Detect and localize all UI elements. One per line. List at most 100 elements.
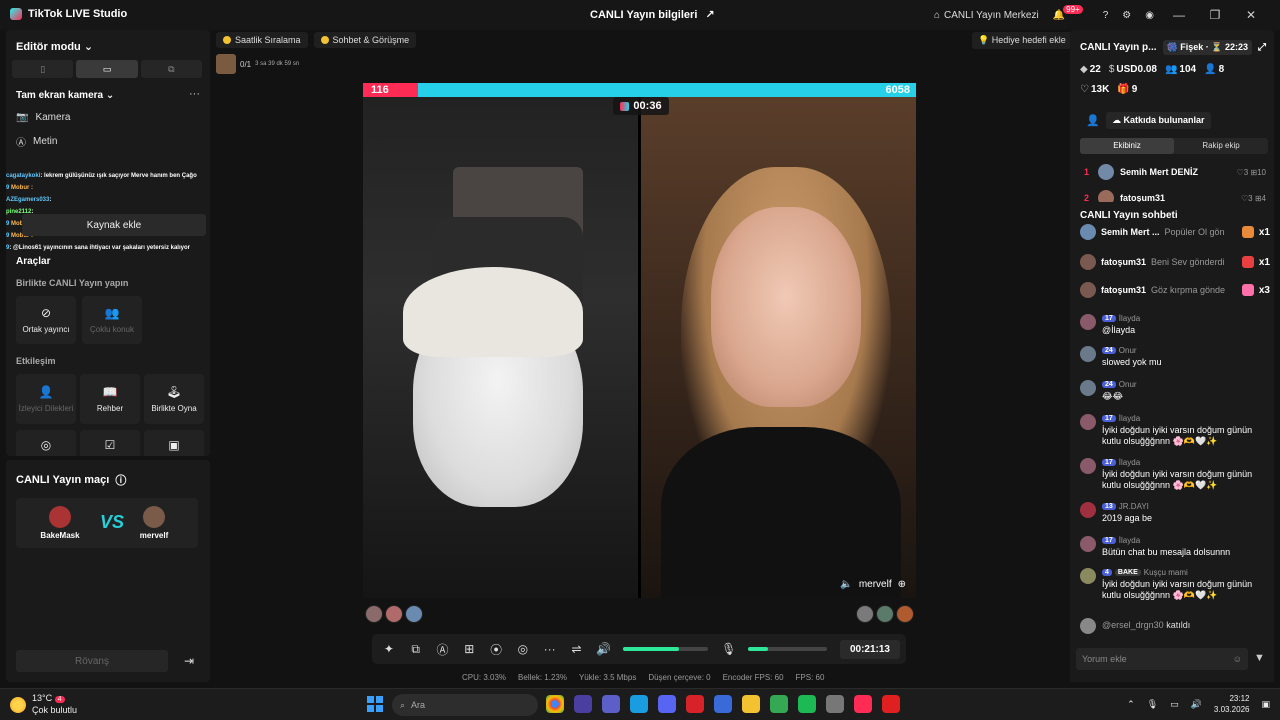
multi-guest-tile[interactable]: 👥 Çoklu konuk (82, 296, 142, 344)
comment-input[interactable]: Yorum ekle ☺ (1076, 648, 1248, 670)
weather-widget[interactable]: 13°C 4 Çok bulutlu (10, 693, 77, 716)
system-clock[interactable]: 23:12 3.03.2026 (1214, 693, 1250, 715)
youtube-icon[interactable] (882, 695, 900, 713)
discord-icon[interactable] (658, 695, 676, 713)
chat-message[interactable]: 24 Onur 😂😂 (1080, 380, 1268, 402)
chat-message[interactable]: 13 JR.DAYI 2019 aga be (1080, 502, 1268, 524)
notifications-button[interactable]: 🔔 99+ (1053, 4, 1089, 21)
mixer-icon[interactable]: ⇌ (570, 642, 584, 656)
mic-icon[interactable]: 🎙 (721, 642, 736, 656)
volume-tray-icon[interactable]: 🔊 (1191, 699, 1202, 710)
editor-mode-dropdown[interactable]: Editör modu ⌄ (16, 40, 93, 53)
tab-rival-team[interactable]: Rakip ekip (1174, 138, 1268, 154)
co-host-tile[interactable]: ⊘ Ortak yayıncı (16, 296, 76, 344)
avatar[interactable] (405, 605, 423, 623)
opera-icon[interactable] (686, 695, 704, 713)
mic-tray-icon[interactable]: 🎙 (1147, 699, 1158, 710)
contributors-button[interactable]: ☁ Katkıda bulunanlar (1106, 112, 1211, 129)
capture-icon[interactable]: ◎ (516, 642, 530, 656)
source-text[interactable]: Ⓐ Metin (16, 134, 57, 149)
obs-icon[interactable] (826, 695, 844, 713)
record-icon[interactable]: ⦿ (489, 641, 503, 658)
close-button[interactable]: ✕ (1240, 8, 1262, 22)
edge-icon[interactable] (630, 695, 648, 713)
more-options-icon[interactable]: ··· (189, 88, 200, 100)
fisek-badge[interactable]: 🎆 Fişek · ⏳ 22:23 (1162, 40, 1253, 55)
taskbar-search[interactable]: ⌕ Ara (392, 694, 538, 716)
tiktok-icon[interactable] (854, 695, 872, 713)
rank-row[interactable]: 1 Semih Mert DENİZ ♡3 ⊞10 (1084, 164, 1266, 180)
info-icon[interactable]: ⓘ (115, 472, 126, 488)
hourly-ranking-pill[interactable]: Saatlik Sıralama (216, 32, 308, 48)
help-button[interactable]: ? (1103, 10, 1109, 21)
scene-dropdown[interactable]: Tam ekran kamera ⌄ (16, 90, 114, 101)
viewer-wishes-tile[interactable]: 👤 İzleyici Dilekleri (16, 374, 76, 424)
settings-button[interactable]: ⚙ (1122, 10, 1131, 21)
avatar[interactable] (876, 605, 894, 623)
hourglass-icon: ⏳ (1211, 42, 1223, 52)
windows-start-icon[interactable] (367, 696, 383, 712)
effects-icon[interactable]: ✦ (382, 642, 396, 656)
expand-icon[interactable]: ⤢ (1258, 42, 1266, 53)
guide-tile[interactable]: 📖 Rehber (80, 374, 140, 424)
stream-title[interactable]: CANLI Yayın p... (1080, 42, 1157, 53)
landscape-mode-button[interactable]: ▭ (76, 60, 138, 78)
more-icon[interactable]: ··· (543, 642, 557, 656)
chevron-up-icon[interactable]: ⌃ (1127, 699, 1135, 710)
avatar[interactable] (365, 605, 383, 623)
emoji-icon[interactable]: ☺ (1233, 654, 1242, 664)
maximize-button[interactable]: ❐ (1204, 8, 1226, 22)
gift-goal-button[interactable]: 💡 Hediye hedefi ekle (972, 32, 1072, 49)
avatar[interactable] (385, 605, 403, 623)
mic-slider[interactable] (748, 647, 827, 651)
store-icon[interactable] (574, 695, 592, 713)
teams-icon[interactable] (602, 695, 620, 713)
chat-user: Onur (1118, 346, 1137, 355)
poll-tile[interactable]: ◎ (16, 430, 76, 456)
network-icon[interactable]: ▭ (1170, 699, 1179, 710)
chrome-icon[interactable] (546, 695, 564, 713)
tab-our-team[interactable]: Ekibiniz (1080, 138, 1174, 154)
chat-message[interactable]: 4 BAKE Kuşçu mami İyiki doğdun iyiki varsı… (1080, 568, 1268, 601)
right-guest-label[interactable]: 🔈 mervelf ⊕ (840, 579, 906, 590)
app-icon[interactable] (798, 695, 816, 713)
checklist-tile[interactable]: ☑ (80, 430, 140, 456)
goal-widget[interactable]: 0/1 3 sa 39 dk 59 sn (216, 52, 306, 76)
filter-icon[interactable]: ▼ (1254, 652, 1265, 664)
live-info-button[interactable]: CANLI Yayın bilgileri ↗ (590, 8, 715, 22)
chat-message[interactable]: 17 İlayda Bütün chat bu mesajla dolsunnn (1080, 536, 1268, 558)
avatar[interactable] (856, 605, 874, 623)
add-user-icon[interactable]: 👤 (1086, 114, 1100, 127)
folder-icon[interactable] (742, 695, 760, 713)
chat-meet-label: Sohbet & Görüşme (332, 35, 410, 45)
avatar[interactable] (896, 605, 914, 623)
add-source-button[interactable]: Kaynak ekle (22, 214, 206, 236)
chat-text: Bütün chat bu mesajla dolsunnn (1102, 547, 1231, 557)
notification-center-icon[interactable]: ▣ (1261, 699, 1270, 710)
rematch-button[interactable]: Rövanş (16, 650, 168, 672)
portrait-mode-button[interactable]: ▯ (12, 60, 74, 78)
match-left-user[interactable]: BakeMask (30, 506, 90, 540)
play-together-tile[interactable]: 🕹 Birlikte Oyna (144, 374, 204, 424)
profile-avatar[interactable]: ◉ (1145, 10, 1154, 21)
goal-count: 0/1 (240, 59, 252, 69)
volume-slider[interactable] (623, 647, 709, 651)
box-tile[interactable]: ▣ (144, 430, 204, 456)
screen-share-icon[interactable]: ⧉ (409, 642, 423, 657)
source-camera[interactable]: 📷 Kamera (16, 112, 70, 123)
layout-icon[interactable]: ⊞ (462, 642, 476, 656)
exit-match-button[interactable]: ⇥ (178, 650, 200, 672)
minimize-button[interactable]: — (1168, 8, 1190, 22)
chat-message[interactable]: 17 İlayda İyiki doğdun iyiki varsın doğum… (1080, 458, 1268, 491)
dual-mode-button[interactable]: ⧉ (140, 60, 202, 78)
chat-message[interactable]: 24 Onur slowed yok mu (1080, 346, 1268, 368)
chat-meet-pill[interactable]: Sohbet & Görüşme (313, 32, 417, 48)
chat-message[interactable]: 17 İlayda İyiki doğdun iyiki varsın doğum… (1080, 414, 1268, 447)
live-center-button[interactable]: ⌂ CANLI Yayın Merkezi (934, 10, 1039, 21)
match-right-user[interactable]: mervelf (124, 506, 184, 540)
chat-message[interactable]: 17 İlayda @İlayda (1080, 314, 1268, 336)
chrome-alt-icon[interactable] (770, 695, 788, 713)
mail-icon[interactable] (714, 695, 732, 713)
ai-icon[interactable]: Ⓐ (436, 641, 450, 658)
volume-icon[interactable]: 🔊 (596, 642, 611, 656)
